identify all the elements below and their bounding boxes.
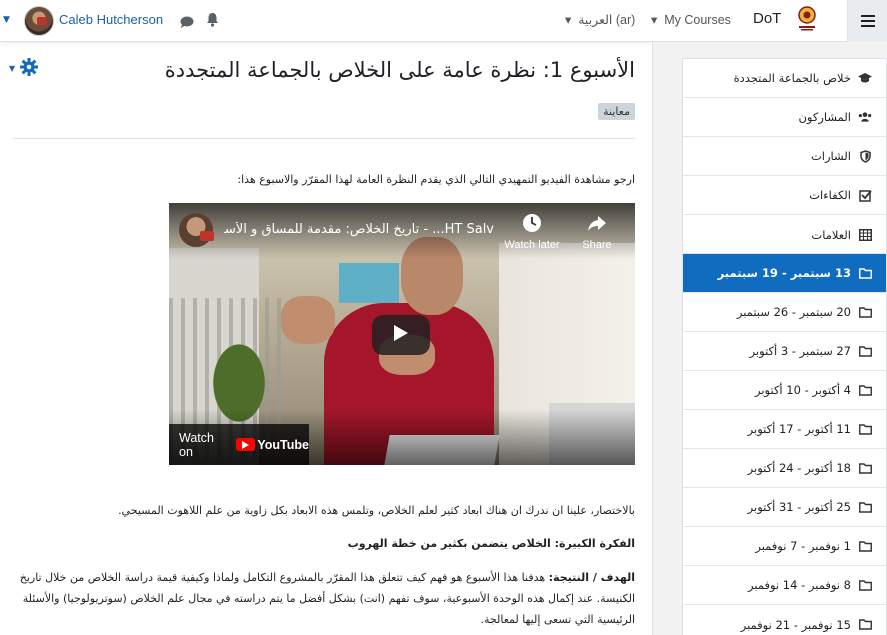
nav-item-label: 4 أكتوبر - 10 أكتوبر [754, 383, 851, 397]
table-icon [858, 228, 872, 242]
folder-icon [858, 539, 872, 553]
hamburger-icon [860, 12, 875, 31]
channel-badge [200, 231, 214, 241]
nav-item-participants[interactable]: المشاركون [683, 98, 886, 137]
watch-later-label: Watch later [504, 239, 560, 251]
folder-icon [858, 461, 872, 475]
nav-item-label: المشاركون [798, 110, 851, 124]
clock-icon [522, 214, 542, 237]
graduation-cap-icon [858, 71, 872, 85]
course-drawer: خلاص بالجماعة المتجددة المشاركون الشارات… [652, 42, 887, 635]
watch-on-youtube-button[interactable]: Watch on YouTube [169, 424, 309, 465]
bell-icon[interactable] [206, 12, 219, 31]
avatar-badge [37, 17, 47, 25]
checkbox-icon [858, 188, 872, 202]
youtube-label: YouTube [257, 437, 309, 452]
video-scene-hand [281, 296, 335, 344]
nav-item-label: 13 سبتمبر - 19 سبتمبر [717, 266, 851, 280]
folder-icon [858, 305, 872, 319]
nav-item-label: 18 أكتوبر - 24 أكتوبر [747, 461, 851, 475]
nav-item-week-4[interactable]: 4 أكتوبر - 10 أكتوبر [683, 371, 886, 410]
nav-item-competencies[interactable]: الكفاءات [683, 176, 886, 215]
nav-item-week-10[interactable]: 15 نوفمبر - 21 نوفمبر [683, 605, 886, 635]
main-content: ▼ الأسبوع 1: نظرة عامة على الخلاص بالجما… [0, 42, 652, 635]
folder-icon [858, 422, 872, 436]
youtube-play-icon [236, 438, 256, 451]
nav-item-week-1[interactable]: 13 سبتمبر - 19 سبتمبر [683, 254, 886, 293]
gear-icon[interactable] [20, 58, 38, 80]
video-scene-window [339, 263, 399, 303]
watch-later-button[interactable]: Watch later [502, 213, 562, 251]
goal-text: هدفنا هذا الأسبوع هو فهم كيف تتعلق هذا ا… [19, 571, 635, 626]
nav-item-week-6[interactable]: 18 أكتوبر - 24 أكتوبر [683, 449, 886, 488]
play-icon [393, 324, 409, 346]
avatar[interactable] [24, 6, 54, 36]
my-courses-menu[interactable]: ▾ My Courses [651, 12, 731, 27]
nav-item-grades[interactable]: العلامات [683, 215, 886, 254]
share-button[interactable]: Share [577, 213, 617, 251]
language-menu[interactable]: ▾ العربية (ar) [565, 12, 635, 27]
preview-badge: معاينة [598, 103, 635, 120]
course-nav-card: خلاص بالجماعة المتجددة المشاركون الشارات… [682, 58, 887, 255]
goal-label: الهدف / النتيجة: [548, 571, 635, 584]
youtube-logo: YouTube [236, 438, 309, 452]
drawer-toggle-button[interactable] [847, 0, 887, 42]
user-menu-caret-icon[interactable]: ▼ [3, 15, 10, 25]
nav-item-week-3[interactable]: 27 سبتمبر - 3 أكتوبر [683, 332, 886, 371]
top-navbar: ▼ Caleb Hutcherson ▾ العربية (ar) ▾ My C… [0, 0, 887, 42]
folder-icon [858, 383, 872, 397]
folder-icon [858, 500, 872, 514]
nav-item-week-9[interactable]: 8 نوفمبر - 14 نوفمبر [683, 566, 886, 605]
nav-item-week-2[interactable]: 20 سبتمبر - 26 سبتمبر [683, 293, 886, 332]
nav-item-week-5[interactable]: 11 أكتوبر - 17 أكتوبر [683, 410, 886, 449]
courses-label: My Courses [664, 13, 731, 27]
nav-item-label: 27 سبتمبر - 3 أكتوبر [749, 344, 851, 358]
video-title[interactable]: HT Salv... - تاريخ الخلاص: مقدمة للمساق … [224, 222, 494, 237]
nav-item-label: 15 نوفمبر - 21 نوفمبر [740, 617, 851, 632]
nav-item-label: 20 سبتمبر - 26 سبتمبر [736, 305, 851, 319]
share-label: Share [582, 239, 612, 251]
big-idea-paragraph: الفكرة الكبيرة: الخلاص يتضمن بكثير من خط… [347, 537, 635, 550]
site-brand[interactable]: DoT [753, 10, 781, 27]
username[interactable]: Caleb Hutcherson [59, 12, 163, 27]
folder-icon [858, 266, 872, 280]
play-button[interactable] [372, 315, 430, 355]
users-icon [858, 110, 872, 124]
video-player[interactable]: HT Salv... - تاريخ الخلاص: مقدمة للمساق … [169, 203, 635, 465]
page-title: الأسبوع 1: نظرة عامة على الخلاص بالجماعة… [164, 58, 635, 82]
folder-icon [858, 618, 872, 632]
nav-item-label: 8 نوفمبر - 14 نوفمبر [748, 578, 851, 592]
language-label: العربية (ar) [578, 13, 636, 27]
intro-text: ارجو مشاهدة الفيديو التمهيدي التالي الذي… [237, 173, 635, 186]
nav-item-label: الشارات [810, 149, 851, 163]
nav-item-label: العلامات [811, 227, 851, 242]
nav-item-badges[interactable]: الشارات [683, 137, 886, 176]
settings-caret-icon[interactable]: ▼ [9, 64, 15, 73]
goal-paragraph: الهدف / النتيجة: هدفنا هذا الأسبوع هو فه… [13, 567, 635, 630]
courses-caret-icon: ▾ [651, 13, 658, 27]
share-icon [587, 216, 607, 237]
language-caret-icon: ▾ [565, 13, 572, 27]
chat-icon[interactable] [180, 14, 194, 33]
watch-on-label: Watch on [179, 430, 214, 459]
shield-icon [858, 149, 872, 163]
nav-item-week-8[interactable]: 1 نوفمبر - 7 نوفمبر [683, 527, 886, 566]
folder-icon [858, 578, 872, 592]
nav-item-label: 25 أكتوبر - 31 أكتوبر [747, 500, 851, 514]
weeks-nav-card: 13 سبتمبر - 19 سبتمبر 20 سبتمبر - 26 سبت… [682, 253, 887, 635]
nav-item-week-7[interactable]: 25 أكتوبر - 31 أكتوبر [683, 488, 886, 527]
folder-icon [858, 344, 872, 358]
nav-item-label: 11 أكتوبر - 17 أكتوبر [747, 422, 851, 436]
nav-item-label: خلاص بالجماعة المتجددة [733, 71, 851, 85]
nav-item-course-home[interactable]: خلاص بالجماعة المتجددة [683, 59, 886, 98]
site-logo[interactable] [797, 6, 817, 32]
nav-item-label: 1 نوفمبر - 7 نوفمبر [755, 539, 851, 553]
nav-item-label: الكفاءات [809, 188, 851, 202]
summary-paragraph: بالاختصار، علينا ان ندرك ان هناك ابعاد ك… [118, 504, 635, 517]
channel-avatar[interactable] [179, 213, 213, 247]
divider [13, 138, 635, 139]
